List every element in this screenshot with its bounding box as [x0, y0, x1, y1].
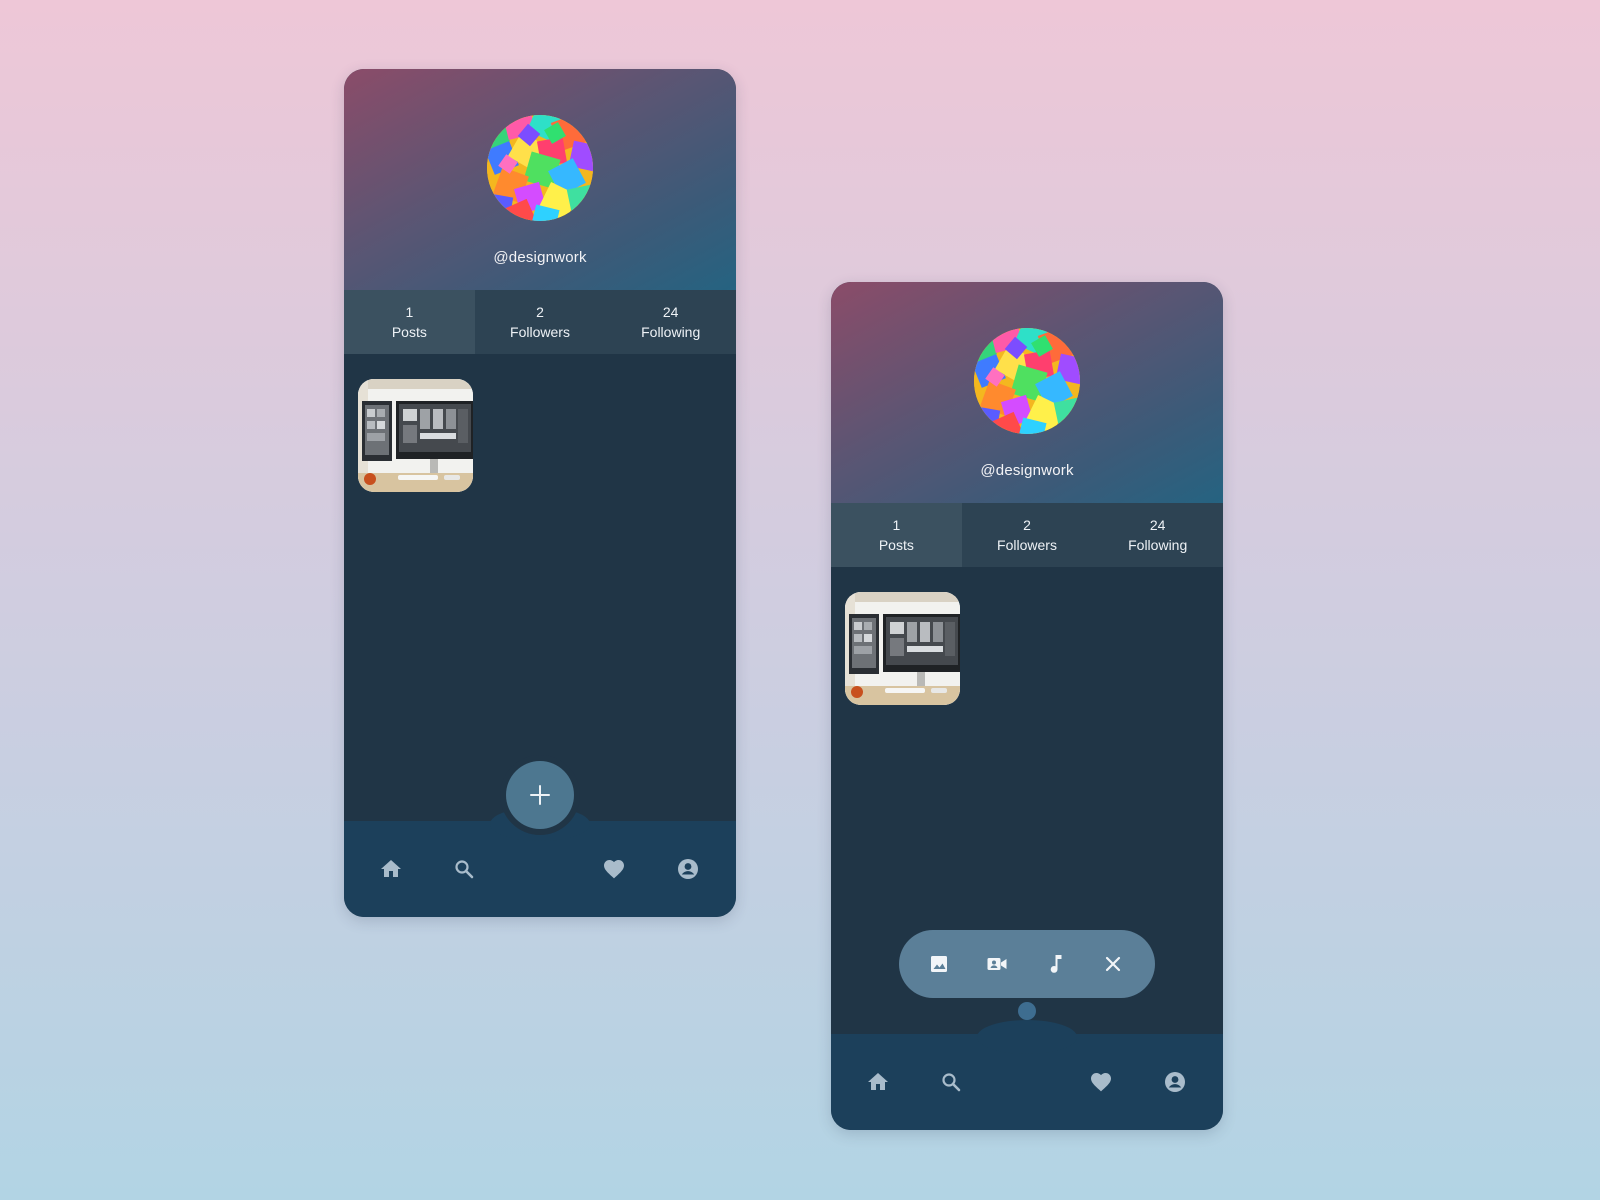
stat-following[interactable]: 24 Following	[1092, 503, 1223, 567]
profile-screen-media-menu: @designwork 1 Posts 2 Followers 24 Follo…	[831, 282, 1223, 1130]
profile-header: @designwork	[344, 69, 736, 290]
home-icon[interactable]	[866, 1070, 890, 1094]
stat-followers[interactable]: 2 Followers	[962, 503, 1093, 567]
plus-icon	[530, 785, 550, 805]
heart-icon[interactable]	[602, 857, 626, 881]
video-call-icon[interactable]	[985, 952, 1009, 976]
stat-following-count: 24	[662, 304, 679, 320]
bottom-navigation	[344, 807, 736, 917]
stat-following-label: Following	[641, 324, 701, 340]
search-icon[interactable]	[452, 857, 476, 881]
stat-followers-label: Followers	[510, 324, 570, 340]
profile-stats: 1 Posts 2 Followers 24 Following	[344, 290, 736, 354]
stat-posts-label: Posts	[391, 324, 427, 340]
stat-followers-label: Followers	[997, 537, 1057, 553]
image-icon[interactable]	[927, 952, 951, 976]
stat-followers[interactable]: 2 Followers	[475, 290, 606, 354]
stat-following-count: 24	[1149, 517, 1166, 533]
search-icon[interactable]	[939, 1070, 963, 1094]
avatar[interactable]	[974, 328, 1080, 434]
fab-notch	[977, 1020, 1077, 1054]
stat-followers-count: 2	[1023, 517, 1031, 533]
stat-following-label: Following	[1128, 537, 1188, 553]
stat-following[interactable]: 24 Following	[605, 290, 736, 354]
account-icon[interactable]	[676, 857, 700, 881]
stat-posts-label: Posts	[878, 537, 914, 553]
stat-posts[interactable]: 1 Posts	[831, 503, 962, 567]
profile-header: @designwork	[831, 282, 1223, 503]
stat-posts-count: 1	[405, 304, 414, 320]
add-post-button[interactable]	[506, 761, 574, 829]
close-icon[interactable]	[1101, 952, 1125, 976]
stat-followers-count: 2	[536, 304, 544, 320]
username: @designwork	[980, 462, 1074, 479]
profile-screen-default: @designwork 1 Posts 2 Followers 24 Follo…	[344, 69, 736, 917]
music-note-icon[interactable]	[1043, 952, 1067, 976]
collapsed-fab-indicator[interactable]	[1018, 1002, 1036, 1020]
profile-stats: 1 Posts 2 Followers 24 Following	[831, 503, 1223, 567]
media-picker-bar	[899, 930, 1155, 998]
account-icon[interactable]	[1163, 1070, 1187, 1094]
avatar[interactable]	[487, 115, 593, 221]
stat-posts-count: 1	[892, 517, 901, 533]
post-thumbnail[interactable]	[358, 379, 473, 492]
bottom-navigation	[831, 1020, 1223, 1130]
post-thumbnail[interactable]	[845, 592, 960, 705]
stat-posts[interactable]: 1 Posts	[344, 290, 475, 354]
username: @designwork	[493, 249, 587, 266]
heart-icon[interactable]	[1089, 1070, 1113, 1094]
home-icon[interactable]	[379, 857, 403, 881]
